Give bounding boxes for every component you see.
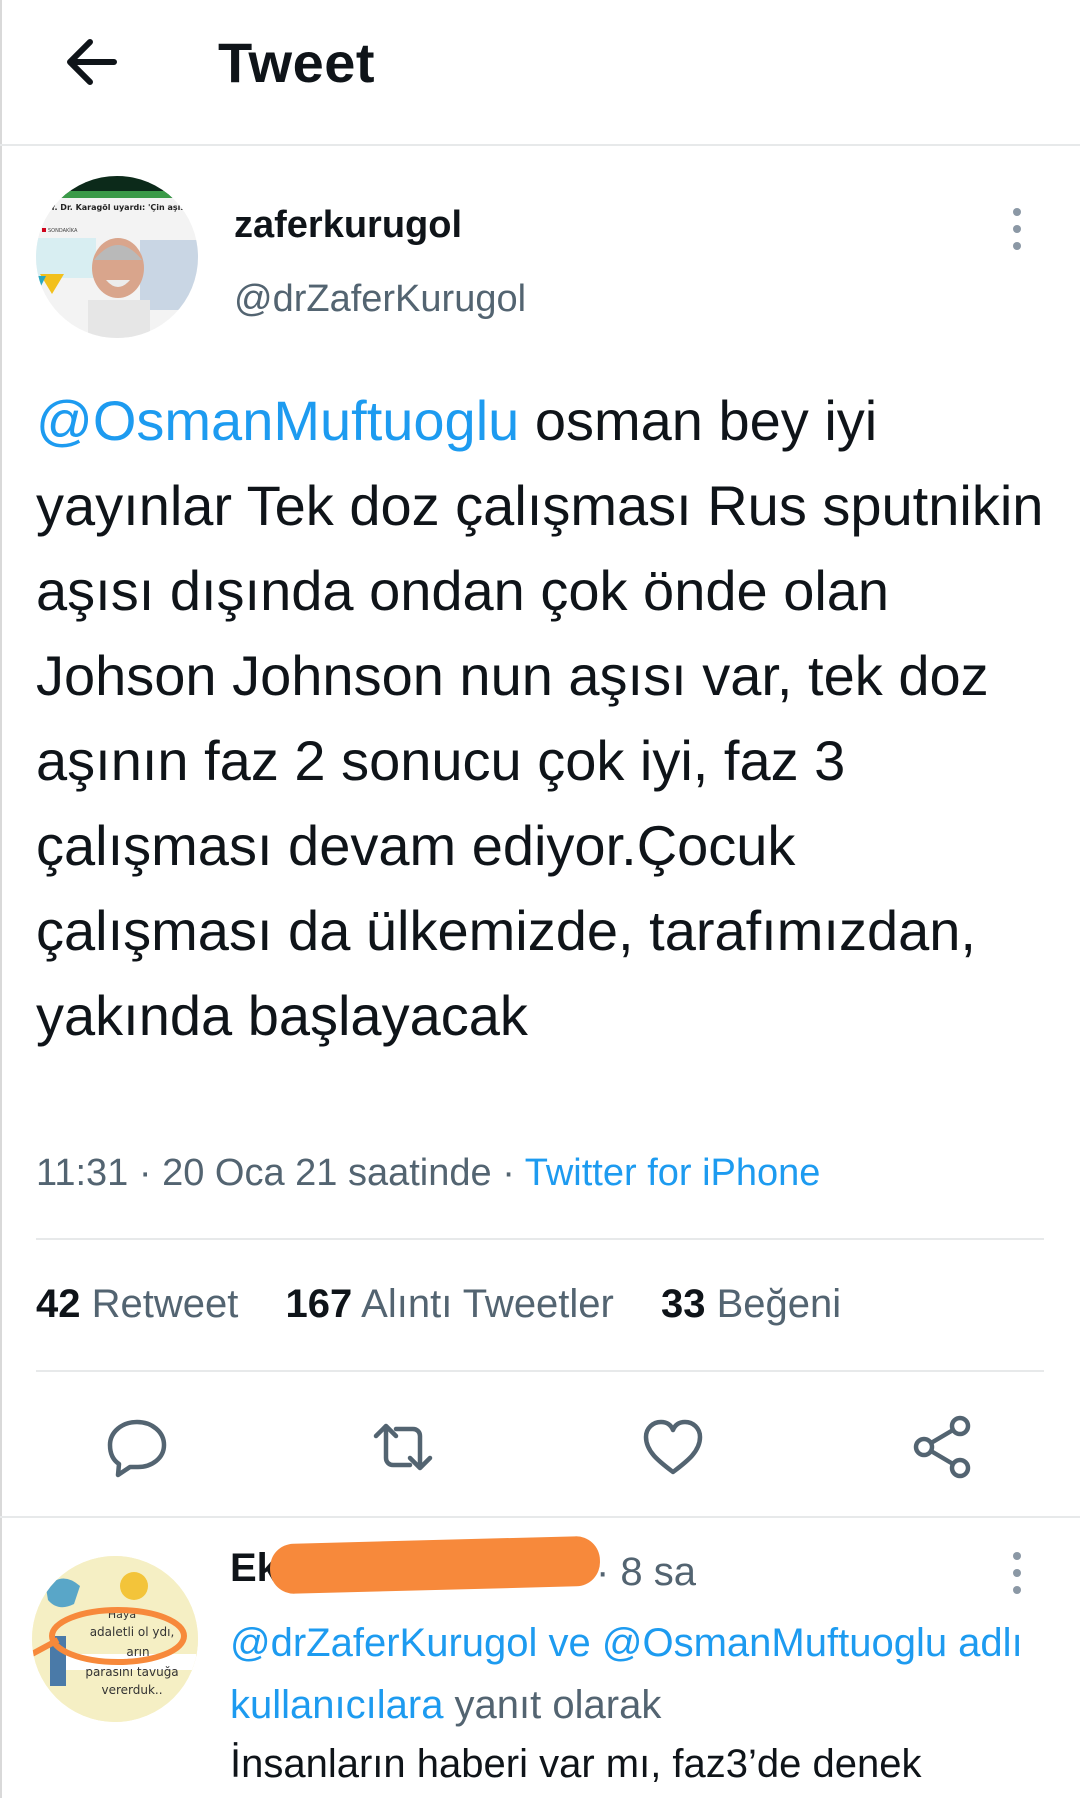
reply-icon[interactable] <box>104 1414 170 1480</box>
author-name[interactable]: zaferkurugol <box>234 204 462 247</box>
avatar-caption-line: parasını tavuğa <box>85 1665 178 1679</box>
reply-avatar-image: Haya adaletli ol ydı, arın parasını tavu… <box>32 1556 198 1722</box>
avatar-caption-line: vererduk.. <box>101 1683 162 1697</box>
frame-edge <box>0 0 2 1798</box>
divider <box>36 1238 1044 1240</box>
reply-time[interactable]: · 8 sa <box>596 1550 696 1595</box>
tweet-stats: 42 Retweet 167 Alıntı Tweetler 33 Beğeni <box>36 1282 841 1327</box>
retweet-label[interactable]: Retweet <box>92 1282 239 1326</box>
section-separator <box>0 1516 1080 1518</box>
tweet-text: @OsmanMuftuoglu osman bey iyi yayınlar T… <box>36 378 1046 1058</box>
reply-avatar[interactable]: Haya adaletli ol ydı, arın parasını tavu… <box>32 1556 198 1722</box>
retweet-icon[interactable] <box>370 1414 436 1480</box>
top-bar: Tweet <box>0 0 1080 146</box>
like-icon[interactable] <box>640 1414 706 1480</box>
meta-separator: · <box>502 1152 515 1194</box>
like-count[interactable]: 33 <box>661 1282 706 1326</box>
page-title: Tweet <box>218 31 376 94</box>
author-handle[interactable]: @drZaferKurugol <box>234 278 526 321</box>
share-icon[interactable] <box>910 1414 976 1480</box>
reply-more-options-icon[interactable] <box>1002 1550 1032 1596</box>
author-avatar[interactable]: rof. Dr. Karagöl uyardı: 'Çin aşısı deyi… <box>36 176 198 338</box>
tweet-time: 11:31 <box>36 1152 129 1194</box>
arrow-left-icon[interactable] <box>56 26 128 98</box>
reply-text: İnsanların haberi var mı, faz3’de denek <box>230 1742 922 1786</box>
redaction-mark <box>269 1535 601 1595</box>
avatar-tag: SONDAKİKA <box>48 227 78 234</box>
like-label[interactable]: Beğeni <box>717 1282 842 1326</box>
tweet-date[interactable]: 20 Oca 21 saatinde <box>162 1152 492 1194</box>
avatar-caption-line: adaletli ol ydı, <box>90 1625 175 1639</box>
mention-link[interactable]: @OsmanMuftuoglu <box>36 389 519 452</box>
quote-count[interactable]: 167 <box>286 1282 353 1326</box>
replying-to-suffix: yanıt olarak <box>443 1683 662 1727</box>
replying-to: @drZaferKurugol ve @OsmanMuftuoglu adlı … <box>230 1612 1060 1736</box>
quote-label[interactable]: Alıntı Tweetler <box>361 1282 614 1326</box>
avatar-caption: rof. Dr. Karagöl uyardı: 'Çin aşısı deyi… <box>42 203 198 212</box>
more-options-icon[interactable] <box>1002 206 1032 252</box>
tweet-meta: 11:31 · 20 Oca 21 saatinde · Twitter for… <box>36 1152 820 1195</box>
meta-separator: · <box>138 1152 152 1194</box>
divider <box>36 1370 1044 1372</box>
tweet-source[interactable]: Twitter for iPhone <box>525 1152 821 1194</box>
avatar-image: rof. Dr. Karagöl uyardı: 'Çin aşısı deyi… <box>36 176 198 338</box>
retweet-count[interactable]: 42 <box>36 1282 81 1326</box>
tweet-body: osman bey iyi yayınlar Tek doz çalışması… <box>36 389 1044 1047</box>
